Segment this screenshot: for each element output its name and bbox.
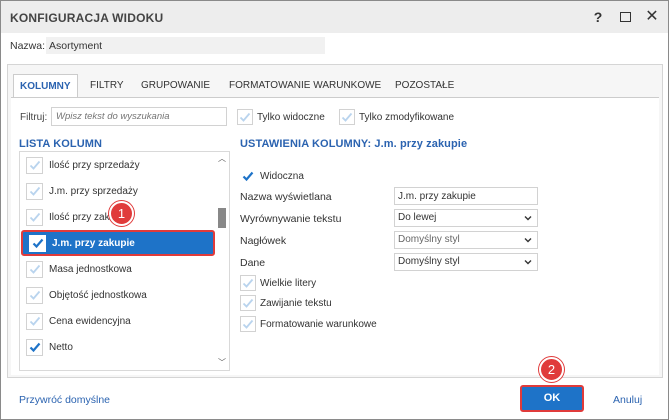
column-label: Ilość przy sprzedaży	[49, 159, 140, 171]
column-checkbox[interactable]	[26, 260, 43, 278]
title-bar: KONFIGURACJA WIDOKU ? ✕	[1, 1, 668, 33]
tab-formatowanie-warunkowe[interactable]: FORMATOWANIE WARUNKOWE	[229, 74, 381, 98]
checkmark-icon	[29, 316, 40, 326]
tab-kolumny[interactable]: KOLUMNY	[13, 74, 78, 98]
conditional-formatting-option[interactable]: Formatowanie warunkowe	[240, 315, 377, 333]
text-alignment-value: Do lewej	[398, 212, 437, 223]
list-item[interactable]: Netto	[20, 334, 215, 360]
visible-checkbox[interactable]	[240, 168, 256, 184]
list-item[interactable]: Ilość przy sprzedaży	[20, 152, 215, 178]
text-alignment-label: Wyrównywanie tekstu	[240, 213, 342, 225]
annotation-badge-2: 2	[539, 357, 564, 382]
only-modified-option[interactable]: Tylko zmodyfikowane	[339, 108, 454, 126]
header-select[interactable]: Domyślny styl	[394, 231, 538, 249]
data-label: Dane	[240, 257, 266, 269]
uppercase-option[interactable]: Wielkie litery	[240, 274, 316, 292]
visible-option[interactable]: Widoczna	[240, 167, 304, 185]
tab-grupowanie[interactable]: GRUPOWANIE	[141, 74, 210, 98]
checkmark-icon	[341, 112, 353, 122]
checkmark-icon	[242, 319, 254, 329]
only-modified-label: Tylko zmodyfikowane	[359, 111, 455, 123]
list-item-selected[interactable]: J.m. przy zakupie	[21, 230, 215, 256]
display-name-label: Nazwa wyświetlana	[240, 191, 332, 203]
column-list-title: LISTA KOLUMN	[19, 138, 103, 150]
uppercase-label: Wielkie litery	[260, 277, 317, 289]
column-checkbox[interactable]	[26, 286, 43, 304]
data-value: Domyślny styl	[398, 256, 460, 267]
annotation-badge-1: 1	[109, 201, 134, 226]
checkmark-icon	[29, 290, 40, 300]
checkmark-icon	[29, 264, 40, 274]
visible-label: Widoczna	[260, 170, 304, 182]
checkmark-icon	[29, 342, 40, 353]
wrap-text-checkbox[interactable]	[240, 295, 256, 311]
column-checkbox[interactable]	[26, 208, 43, 226]
list-scrollbar[interactable]: ︿ ﹀	[216, 152, 228, 370]
checkmark-icon	[32, 238, 43, 249]
column-label: J.m. przy zakupie	[52, 237, 135, 249]
name-input[interactable]	[46, 37, 325, 54]
scroll-thumb[interactable]	[218, 208, 226, 228]
name-label: Nazwa:	[10, 40, 46, 52]
maximize-icon	[619, 12, 631, 23]
only-modified-checkbox[interactable]	[339, 109, 355, 125]
wrap-text-label: Zawijanie tekstu	[260, 297, 332, 309]
checkmark-icon	[242, 298, 254, 308]
checkmark-icon	[29, 160, 40, 170]
ok-button[interactable]: OK	[520, 385, 584, 412]
checkmark-icon	[29, 212, 40, 222]
list-item[interactable]: Masa jednostkowa	[20, 256, 215, 282]
header-label: Nagłówek	[240, 235, 287, 247]
column-label: Masa jednostkowa	[49, 263, 132, 275]
only-visible-checkbox[interactable]	[237, 109, 253, 125]
filter-label: Filtruj:	[20, 112, 48, 123]
tab-filtry[interactable]: FILTRY	[90, 74, 124, 98]
only-visible-option[interactable]: Tylko widoczne	[237, 108, 325, 126]
column-checkbox[interactable]	[26, 312, 43, 330]
conditional-formatting-checkbox[interactable]	[240, 316, 256, 332]
maximize-button[interactable]	[614, 7, 636, 27]
close-button[interactable]: ✕	[641, 7, 663, 27]
scroll-up-icon[interactable]: ︿	[216, 154, 228, 164]
scroll-down-icon[interactable]: ﹀	[216, 358, 228, 368]
checkmark-icon	[29, 186, 40, 196]
dialog-title: KONFIGURACJA WIDOKU	[10, 11, 164, 25]
checkmark-icon	[242, 171, 254, 182]
column-settings-title: USTAWIENIA KOLUMNY: J.m. przy zakupie	[240, 138, 468, 150]
chevron-down-icon	[524, 260, 532, 265]
column-list[interactable]: Ilość przy sprzedaży J.m. przy sprzedaży…	[19, 151, 230, 371]
tab-pozostale[interactable]: POZOSTAŁE	[395, 74, 454, 98]
column-checkbox[interactable]	[26, 156, 43, 174]
uppercase-checkbox[interactable]	[240, 275, 256, 291]
cancel-link[interactable]: Anuluj	[613, 394, 642, 406]
list-item[interactable]: Cena ewidencyjna	[20, 308, 215, 334]
column-checkbox[interactable]	[26, 338, 43, 356]
column-label: J.m. przy sprzedaży	[49, 185, 138, 197]
header-value: Domyślny styl	[398, 234, 460, 245]
column-checkbox[interactable]	[29, 234, 46, 252]
chevron-down-icon	[524, 216, 532, 221]
conditional-formatting-label: Formatowanie warunkowe	[260, 318, 377, 330]
checkmark-icon	[242, 278, 254, 288]
checkmark-icon	[239, 112, 251, 122]
column-label: Netto	[49, 341, 73, 353]
display-name-input[interactable]	[394, 187, 538, 205]
wrap-text-option[interactable]: Zawijanie tekstu	[240, 294, 332, 312]
restore-defaults-link[interactable]: Przywróć domyślne	[19, 394, 110, 406]
data-select[interactable]: Domyślny styl	[394, 253, 538, 271]
dialog-window: KONFIGURACJA WIDOKU ? ✕ Nazwa: KOLUMNY F…	[0, 0, 669, 420]
only-visible-label: Tylko widoczne	[257, 111, 325, 123]
column-label: Cena ewidencyjna	[49, 315, 131, 327]
text-alignment-select[interactable]: Do lewej	[394, 209, 538, 227]
column-checkbox[interactable]	[26, 182, 43, 200]
filter-input[interactable]	[51, 107, 227, 126]
help-button[interactable]: ?	[587, 7, 609, 27]
list-item[interactable]: Objętość jednostkowa	[20, 282, 215, 308]
list-item[interactable]: J.m. przy sprzedaży	[20, 178, 215, 204]
column-label: Objętość jednostkowa	[49, 289, 147, 301]
chevron-down-icon	[524, 238, 532, 243]
